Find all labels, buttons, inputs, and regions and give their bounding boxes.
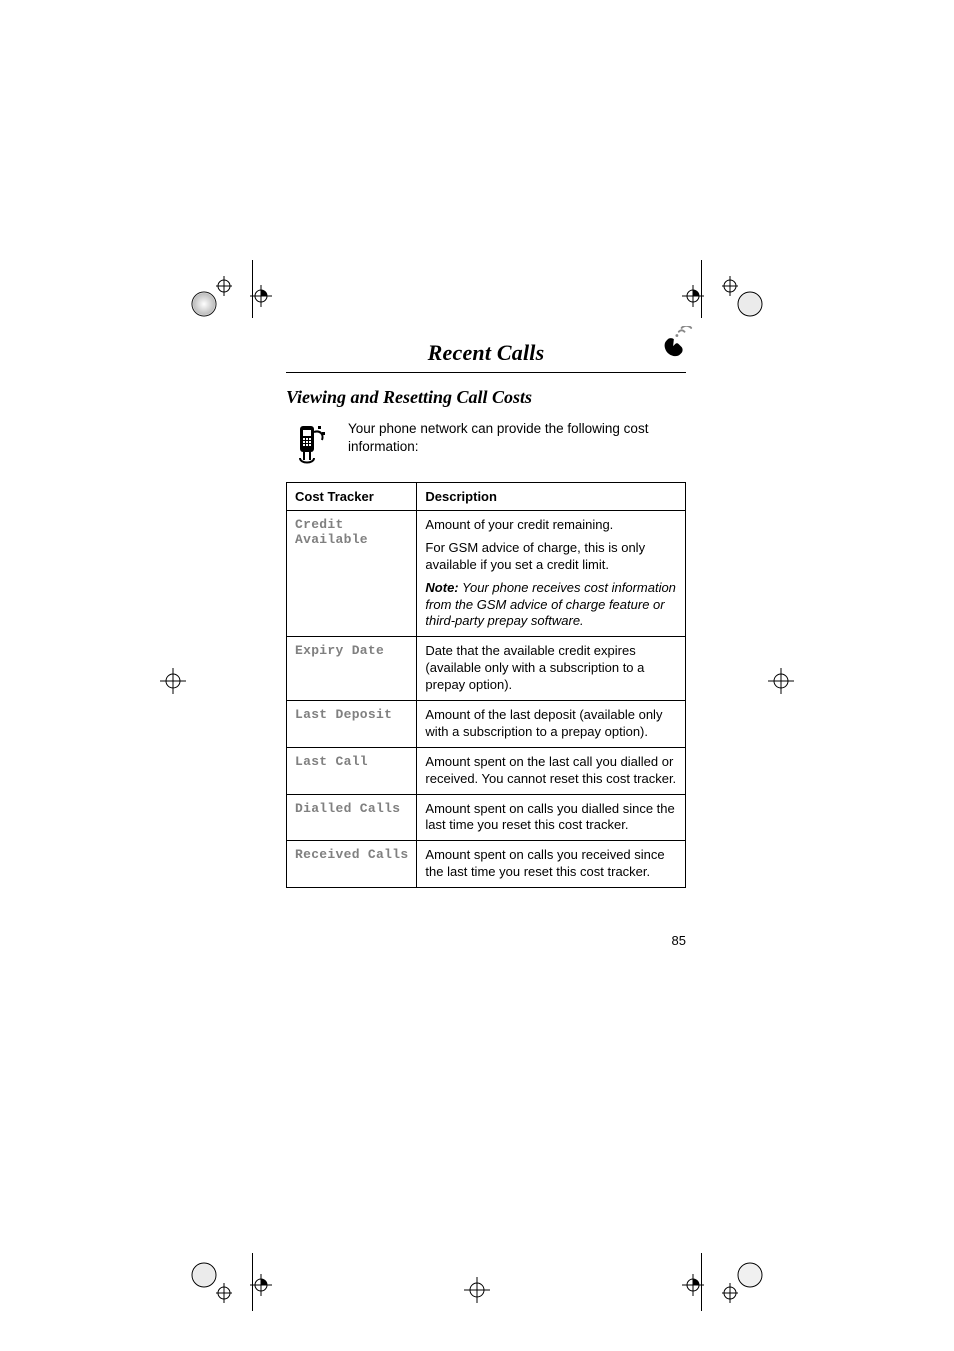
tracker-name: Expiry Date [287,637,417,701]
table-row: Expiry DateDate that the available credi… [287,637,686,701]
chapter-title: Recent Calls [286,340,686,366]
registration-mark [186,276,232,322]
tracker-name: Received Calls [287,841,417,888]
table-row: CreditAvailableAmount of your credit rem… [287,511,686,637]
crop-hairline [252,1253,253,1311]
table-header-description: Description [417,483,686,511]
table-row: Received CallsAmount spent on calls you … [287,841,686,888]
phone-network-icon [286,420,334,468]
cost-tracker-table: Cost Tracker Description CreditAvailable… [286,482,686,888]
crop-hairline [701,1253,702,1311]
registration-mark [186,1257,232,1303]
registration-mark [722,276,768,322]
crop-hairline [701,260,702,318]
registration-mark [160,668,186,694]
tracker-description: Amount spent on calls you received since… [417,841,686,888]
tracker-description: Amount of the last deposit (available on… [417,701,686,748]
page-content: Recent Calls Viewing and Resetting Call … [286,340,686,888]
registration-mark [250,285,272,307]
table-row: Dialled CallsAmount spent on calls you d… [287,794,686,841]
tracker-name: Dialled Calls [287,794,417,841]
registration-mark [722,1257,768,1303]
intro-paragraph: Your phone network can provide the follo… [348,420,686,468]
crop-hairline [252,260,253,318]
registration-mark [250,1274,272,1296]
registration-mark [768,668,794,694]
tracker-name: Last Call [287,747,417,794]
section-title: Viewing and Resetting Call Costs [286,387,686,408]
chapter-divider [286,372,686,373]
tracker-description: Amount spent on calls you dialled since … [417,794,686,841]
table-row: Last DepositAmount of the last deposit (… [287,701,686,748]
page-number: 85 [672,933,686,948]
table-header-tracker: Cost Tracker [287,483,417,511]
phone-motion-icon [656,326,694,364]
registration-mark [464,1277,490,1303]
tracker-description: Date that the available credit expires (… [417,637,686,701]
tracker-description: Amount of your credit remaining.For GSM … [417,511,686,637]
tracker-description: Amount spent on the last call you dialle… [417,747,686,794]
tracker-name: Last Deposit [287,701,417,748]
table-row: Last CallAmount spent on the last call y… [287,747,686,794]
tracker-name: CreditAvailable [287,511,417,637]
